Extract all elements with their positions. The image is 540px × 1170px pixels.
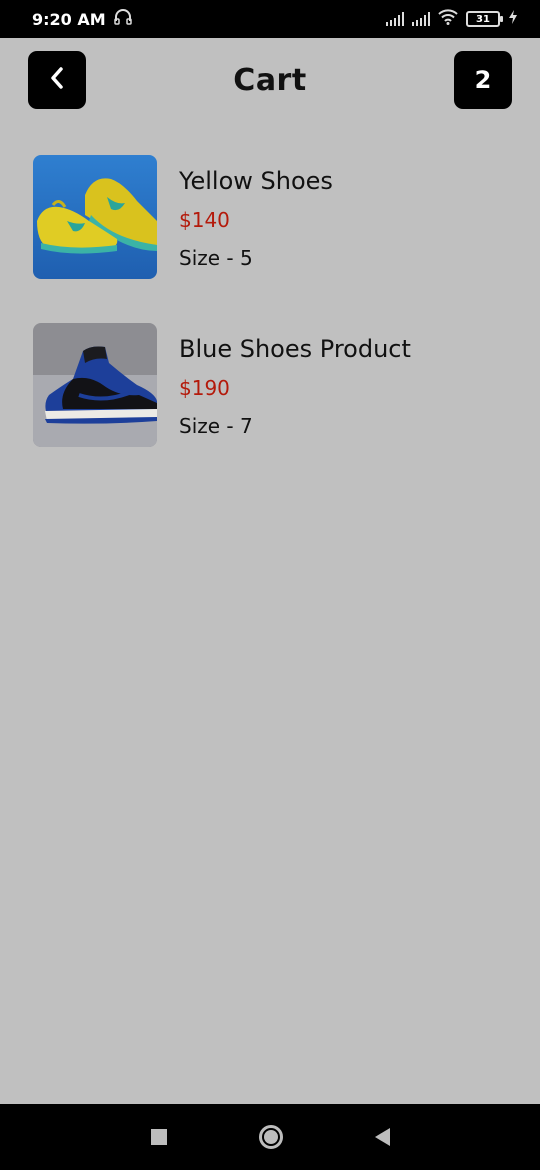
battery-level: 31 <box>476 13 490 25</box>
home-icon[interactable] <box>258 1125 283 1149</box>
header: Cart 2 <box>0 38 540 122</box>
product-name: Yellow Shoes <box>179 167 333 195</box>
chevron-left-icon <box>48 65 66 95</box>
cart-screen: 9:20 AM 31 Cart 2 Yellow Shoes $140 Size… <box>0 0 540 1170</box>
signal-icon <box>412 12 430 26</box>
product-image <box>33 323 157 447</box>
system-nav-bar <box>0 1104 540 1170</box>
cart-item-yellow-shoes[interactable]: Yellow Shoes $140 Size - 5 <box>0 155 540 323</box>
product-image <box>33 155 157 279</box>
product-size: Size - 5 <box>179 246 253 270</box>
signal-icon <box>386 12 404 26</box>
charging-icon <box>508 9 518 29</box>
back-button[interactable] <box>28 51 86 109</box>
product-price: $140 <box>179 208 230 232</box>
battery-icon: 31 <box>466 11 503 27</box>
cart-list: Yellow Shoes $140 Size - 5 Blue Shoes Pr… <box>0 155 540 491</box>
wifi-icon <box>438 9 458 29</box>
status-bar: 9:20 AM 31 <box>0 0 540 38</box>
product-name: Blue Shoes Product <box>179 335 411 363</box>
recent-apps-icon[interactable] <box>150 1129 167 1145</box>
product-price: $190 <box>179 376 230 400</box>
status-time: 9:20 AM <box>32 9 106 29</box>
product-size: Size - 7 <box>179 414 253 438</box>
cart-item-blue-shoes[interactable]: Blue Shoes Product $190 Size - 7 <box>0 323 540 491</box>
headphones-icon <box>113 9 132 29</box>
page-title: Cart <box>233 62 307 98</box>
back-icon[interactable] <box>374 1128 390 1146</box>
cart-count-badge[interactable]: 2 <box>454 51 512 109</box>
